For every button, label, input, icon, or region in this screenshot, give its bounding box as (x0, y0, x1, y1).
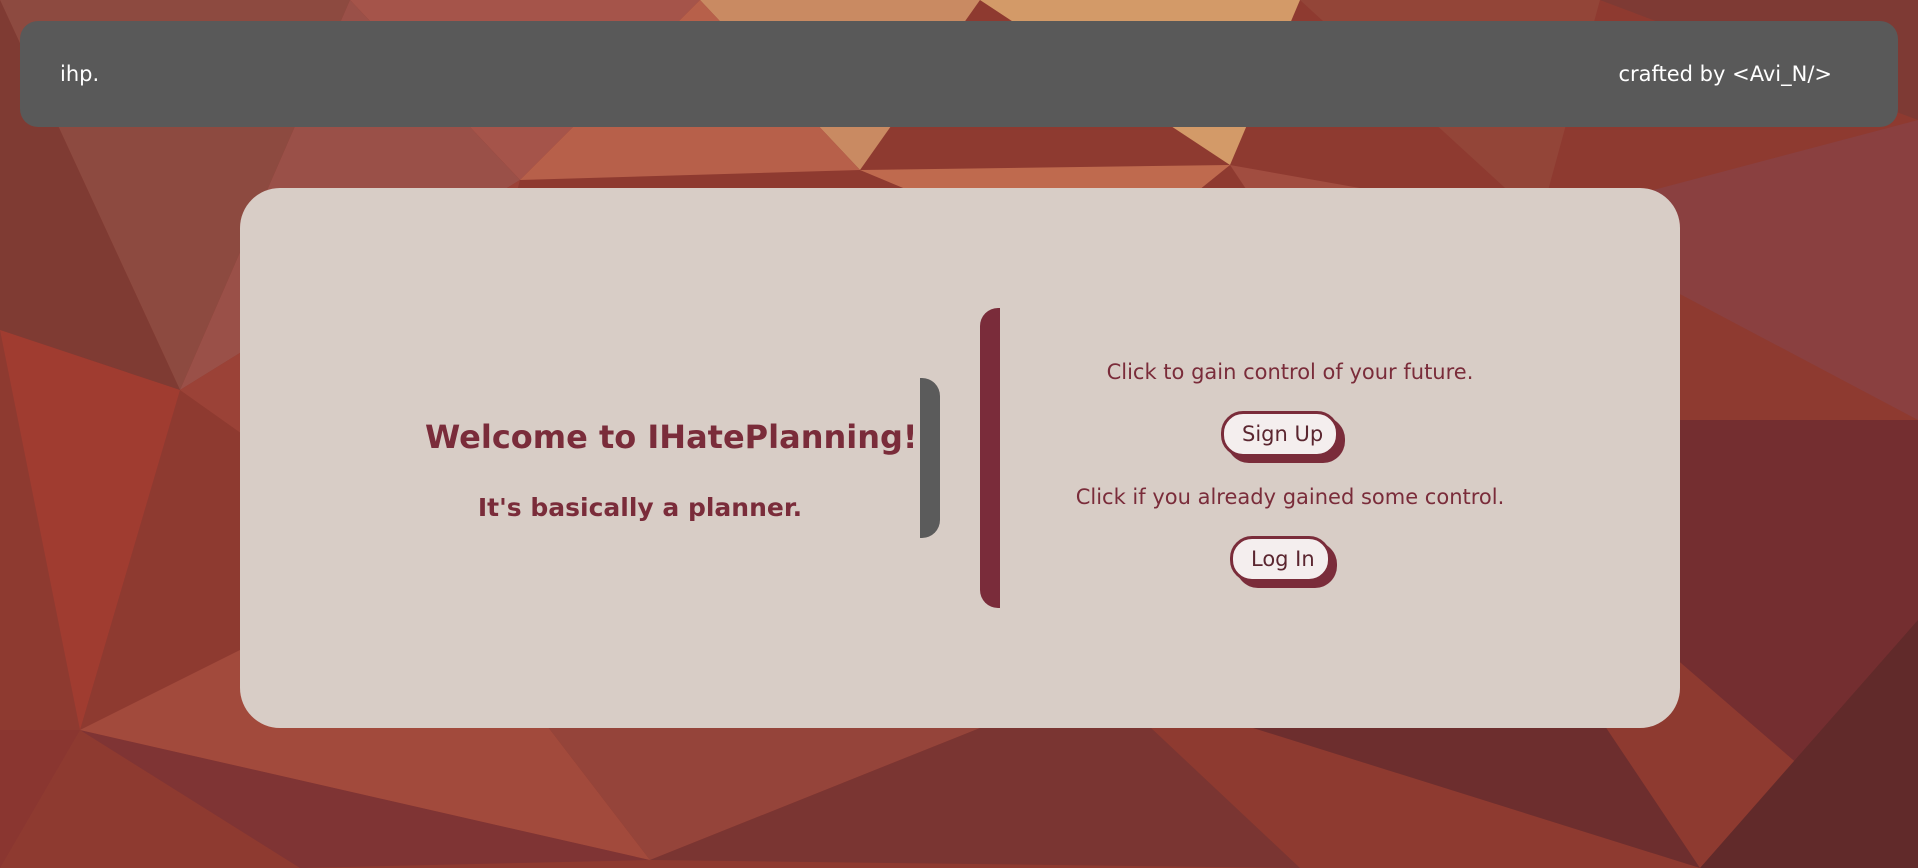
brand-logo-text[interactable]: ihp. (60, 21, 99, 127)
login-prompt-text: Click if you already gained some control… (1075, 485, 1505, 509)
signup-prompt-text: Click to gain control of your future. (1106, 360, 1474, 384)
decorative-divider-maroon (980, 308, 1000, 608)
tagline-subtitle: It's basically a planner. (477, 493, 803, 522)
author-credit-link[interactable]: crafted by <Avi_N/> (1618, 21, 1832, 127)
login-button[interactable]: Log In (1230, 536, 1331, 582)
decorative-divider-gray (920, 378, 940, 538)
welcome-card: Welcome to IHatePlanning! It's basically… (240, 188, 1680, 728)
top-navbar: ihp. crafted by <Avi_N/> (20, 21, 1898, 127)
signup-button[interactable]: Sign Up (1221, 411, 1339, 457)
welcome-title: Welcome to IHatePlanning! (425, 418, 918, 456)
